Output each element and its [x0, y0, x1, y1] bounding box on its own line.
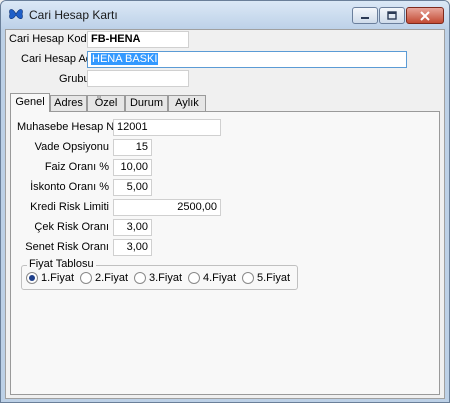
- cek-label: Çek Risk Oranı: [34, 221, 109, 233]
- radio-icon: [188, 272, 200, 284]
- radio-fiyat-5[interactable]: 5.Fiyat: [242, 272, 290, 284]
- name-label: Cari Hesap Adı: [21, 53, 95, 65]
- name-value: HENA BASKI: [91, 53, 159, 65]
- close-button[interactable]: [406, 7, 444, 24]
- client-area: Cari Hesap Kodu FB-HENA Cari Hesap Adı H…: [5, 29, 445, 399]
- window-title: Cari Hesap Kartı: [29, 8, 118, 22]
- window: Cari Hesap Kartı Cari Hesap Kodu FB-HENA…: [0, 0, 450, 403]
- senet-label: Senet Risk Oranı: [25, 241, 109, 253]
- radio-label: 5.Fiyat: [257, 272, 291, 284]
- radio-fiyat-1[interactable]: 1.Fiyat: [26, 272, 74, 284]
- tab-ozel[interactable]: Özel: [87, 95, 125, 111]
- radio-label: 1.Fiyat: [41, 272, 75, 284]
- group-field[interactable]: [87, 70, 189, 87]
- iskonto-field[interactable]: 5,00: [113, 179, 152, 196]
- muhasebe-field[interactable]: 12001: [113, 119, 221, 136]
- tab-durum[interactable]: Durum: [125, 95, 168, 111]
- group-label: Grubu: [59, 73, 90, 85]
- maximize-button[interactable]: [379, 7, 405, 24]
- vade-field[interactable]: 15: [113, 139, 152, 156]
- faiz-label: Faiz Oranı %: [44, 161, 109, 173]
- radio-fiyat-3[interactable]: 3.Fiyat: [134, 272, 182, 284]
- iskonto-label: İskonto Oranı %: [30, 181, 109, 193]
- kredi-field[interactable]: 2500,00: [113, 199, 221, 216]
- radio-label: 2.Fiyat: [95, 272, 129, 284]
- radio-fiyat-2[interactable]: 2.Fiyat: [80, 272, 128, 284]
- minimize-button[interactable]: [352, 7, 378, 24]
- maximize-icon: [387, 11, 397, 20]
- tab-adres[interactable]: Adres: [50, 95, 87, 111]
- tab-genel[interactable]: Genel: [10, 93, 50, 112]
- radio-label: 4.Fiyat: [203, 272, 237, 284]
- code-label: Cari Hesap Kodu: [9, 33, 93, 45]
- radio-icon: [242, 272, 254, 284]
- code-field[interactable]: FB-HENA: [87, 31, 189, 48]
- fiyat-group-title: Fiyat Tablosu: [27, 258, 96, 270]
- kredi-label: Kredi Risk Limiti: [30, 201, 109, 213]
- minimize-icon: [361, 16, 369, 19]
- radio-icon: [80, 272, 92, 284]
- radio-icon: [134, 272, 146, 284]
- faiz-field[interactable]: 10,00: [113, 159, 152, 176]
- close-icon: [420, 10, 430, 21]
- tab-aylik[interactable]: Aylık: [168, 95, 206, 111]
- fiyat-group: Fiyat Tablosu 1.Fiyat 2.Fiyat 3.Fiyat 4.…: [21, 258, 298, 290]
- genel-panel: Muhasebe Hesap No 12001 Vade Opsiyonu 15…: [10, 111, 440, 395]
- title-bar[interactable]: Cari Hesap Kartı: [1, 1, 449, 29]
- name-field[interactable]: HENA BASKI: [87, 51, 407, 68]
- muhasebe-label: Muhasebe Hesap No: [17, 121, 121, 133]
- cek-field[interactable]: 3,00: [113, 219, 152, 236]
- butterfly-icon: [9, 9, 23, 19]
- radio-label: 3.Fiyat: [149, 272, 183, 284]
- radio-selected-icon: [26, 272, 38, 284]
- radio-fiyat-4[interactable]: 4.Fiyat: [188, 272, 236, 284]
- senet-field[interactable]: 3,00: [113, 239, 152, 256]
- vade-label: Vade Opsiyonu: [34, 141, 109, 153]
